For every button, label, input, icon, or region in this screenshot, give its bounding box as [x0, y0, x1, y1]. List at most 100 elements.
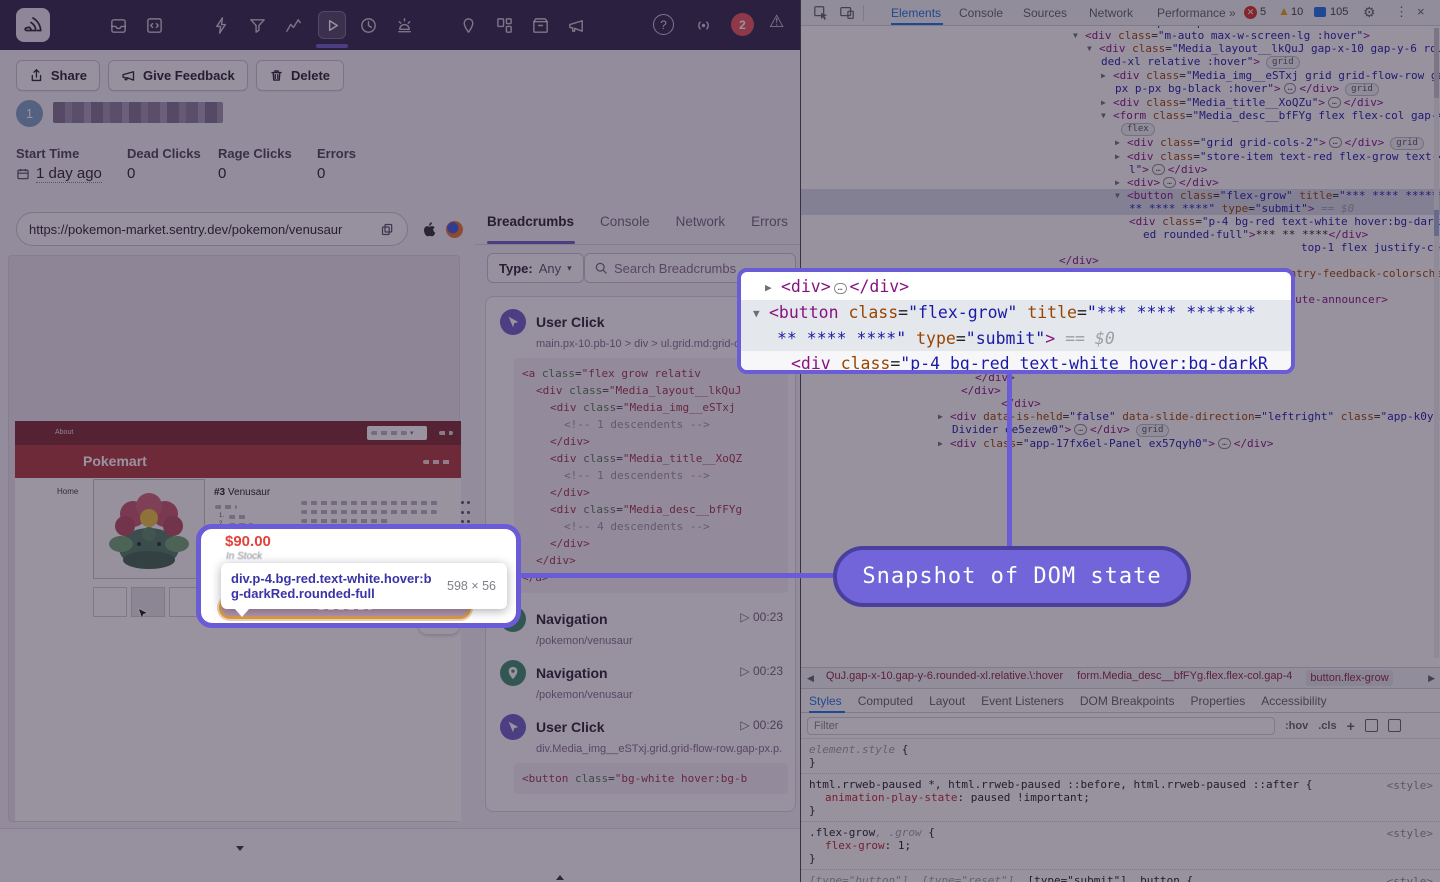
code-row[interactable]: ▶<div class="Media_title__XoQZu">…</div>: [801, 96, 1440, 109]
stats-icon[interactable]: [282, 14, 304, 36]
code-row[interactable]: ▶<div>…</div>: [741, 274, 1291, 300]
expand-arrow-icon[interactable]: ▼: [753, 301, 769, 326]
tab-network[interactable]: Network: [676, 214, 726, 244]
hov-toggle[interactable]: :hov: [1285, 720, 1308, 732]
grid-adorner-badge[interactable]: grid: [1136, 424, 1170, 437]
issues-icon[interactable]: [107, 14, 129, 36]
code-row[interactable]: <div class="p-4 bg-red text-white hover:…: [741, 351, 1291, 374]
code-row[interactable]: ** **** ****" type="submit"> == $0: [741, 326, 1291, 351]
collapsed-children-icon[interactable]: …: [1074, 424, 1087, 435]
page-brand[interactable]: Pokemart: [83, 453, 147, 469]
code-row[interactable]: <!-- 1 descendents -->: [522, 416, 780, 433]
collapsed-children-icon[interactable]: …: [1163, 177, 1176, 188]
code-row[interactable]: ded-xl relative :hover">grid: [801, 55, 1440, 69]
quickstart-icon[interactable]: [210, 14, 232, 36]
crumb-scroll-left-icon[interactable]: ◀: [807, 673, 814, 684]
code-row[interactable]: top-1 flex justify-cen: [801, 241, 1440, 254]
code-row[interactable]: ▼<div class="m-auto max-w-screen-lg :hov…: [801, 29, 1440, 42]
sentry-logo[interactable]: [16, 8, 50, 42]
devtools-tab-performance[interactable]: Performance: [1157, 6, 1226, 20]
code-row[interactable]: .flex-grow, .grow {: [809, 826, 1433, 839]
stylesheet-link[interactable]: <style>: [1387, 827, 1433, 840]
code-row[interactable]: ▶<div>…</div>: [801, 176, 1440, 189]
flex-adorner-badge[interactable]: flex: [1121, 123, 1155, 136]
code-row[interactable]: </div>: [522, 535, 780, 552]
code-row[interactable]: </div>: [801, 254, 1440, 267]
expand-arrow-icon[interactable]: ▼: [1087, 44, 1099, 53]
event-user-click-2[interactable]: User Click div.Media_img__eSTxj.grid.gri…: [486, 714, 795, 794]
kebab-menu-icon[interactable]: ⋮: [1395, 4, 1408, 20]
console-errors-icon[interactable]: ✕: [1244, 6, 1257, 19]
code-row[interactable]: ▶<div class="Media_img__eSTxj grid grid-…: [801, 69, 1440, 82]
share-button[interactable]: Share: [16, 60, 100, 91]
collapse-arrow-icon[interactable]: ▶: [765, 275, 781, 300]
code-row[interactable]: ▼<button class="flex-grow" title="*** **…: [741, 300, 1291, 326]
code-row[interactable]: <div class="p-4 bg-red text-white hover:…: [801, 215, 1440, 228]
dashboards-icon[interactable]: [493, 14, 515, 36]
devtools-tab-network[interactable]: Network: [1089, 6, 1133, 20]
code-row[interactable]: Divider ee5ezew0">…</div>grid: [801, 423, 1440, 437]
color-format-icon[interactable]: [1365, 719, 1378, 732]
styles-tab-dom-breakpoints[interactable]: DOM Breakpoints: [1080, 694, 1175, 712]
alerts-icon[interactable]: [393, 14, 415, 36]
code-row[interactable]: <div class="Media_desc__bfFYg: [522, 501, 780, 518]
whats-new-icon[interactable]: [565, 14, 587, 36]
grid-adorner-badge[interactable]: grid: [1345, 83, 1379, 96]
code-row[interactable]: </div>: [522, 552, 780, 569]
code-row[interactable]: ▼<form class="Media_desc__bfFYg flex fle…: [801, 109, 1440, 122]
collapsed-children-icon[interactable]: …: [1284, 83, 1297, 94]
message-count[interactable]: 105: [1330, 6, 1348, 18]
inspect-element-icon[interactable]: [813, 5, 829, 21]
funnel-icon[interactable]: [246, 14, 268, 36]
give-feedback-button[interactable]: Give Feedback: [108, 60, 248, 91]
code-row[interactable]: ▶<div class="store-item text-red flex-gr…: [801, 150, 1440, 163]
releases-icon[interactable]: [457, 14, 479, 36]
collapse-arrow-icon[interactable]: ▶: [938, 439, 950, 448]
code-row[interactable]: l">…</div>: [801, 163, 1440, 176]
styles-tab-styles[interactable]: Styles: [809, 694, 842, 712]
css-rule[interactable]: element.style {}: [801, 739, 1440, 774]
copy-icon[interactable]: [380, 222, 395, 237]
code-row[interactable]: ▼<button class="flex-grow" title="*** **…: [801, 189, 1440, 202]
warning-count[interactable]: 10: [1291, 6, 1303, 18]
page-about-link[interactable]: About: [55, 429, 73, 436]
code-row[interactable]: flex-grow: 1;: [809, 839, 1433, 852]
page-dropdown[interactable]: ▾: [367, 426, 427, 440]
expand-arrow-icon[interactable]: ▼: [1073, 31, 1085, 40]
avatar[interactable]: 1: [16, 100, 43, 127]
styles-filter-input[interactable]: [807, 717, 1275, 735]
code-row[interactable]: </div>: [522, 433, 780, 450]
code-row[interactable]: ** **** ****" type="submit"> == $0: [801, 202, 1440, 215]
devtools-tab-sources[interactable]: Sources: [1023, 6, 1067, 20]
css-rule[interactable]: .flex-grow, .grow {flex-grow: 1;}<style>: [801, 822, 1440, 870]
stylesheet-link[interactable]: <style>: [1387, 875, 1433, 882]
event-timestamp[interactable]: ▷ 00:23: [740, 610, 783, 624]
console-warnings-icon[interactable]: ▲: [1278, 4, 1290, 18]
styles-tab-event-listeners[interactable]: Event Listeners: [981, 694, 1064, 712]
collapse-arrow-icon[interactable]: ▶: [1101, 71, 1113, 80]
devtools-tab-elements[interactable]: Elements: [891, 6, 941, 20]
code-row[interactable]: flex: [801, 122, 1440, 136]
expand-arrow-icon[interactable]: ▼: [1101, 111, 1113, 120]
event-navigation-1[interactable]: Navigation /pokemon/venusaur ▷ 00:23: [486, 606, 795, 647]
new-style-rule-button[interactable]: +: [1347, 718, 1355, 734]
device-toolbar-icon[interactable]: [839, 5, 855, 21]
devtools-tab-console[interactable]: Console: [959, 6, 1003, 20]
help-icon[interactable]: ?: [653, 14, 674, 35]
page-nav-home[interactable]: Home: [57, 487, 78, 504]
event-timestamp[interactable]: ▷ 00:26: [740, 718, 783, 732]
expand-arrow-icon[interactable]: ▼: [1115, 191, 1127, 200]
code-row[interactable]: <!-- 1 descendents -->: [522, 467, 780, 484]
tab-errors[interactable]: Errors: [751, 214, 788, 244]
styles-tab-computed[interactable]: Computed: [858, 694, 913, 712]
collapsed-children-icon[interactable]: …: [834, 283, 847, 294]
devtools-settings-icon[interactable]: ⚙: [1363, 4, 1376, 21]
code-row[interactable]: }: [809, 804, 1433, 817]
devtools-scrollbar[interactable]: [1434, 28, 1439, 658]
event-navigation-2[interactable]: Navigation /pokemon/venusaur ▷ 00:23: [486, 660, 795, 701]
code-row[interactable]: animation-play-state: paused !important;: [809, 791, 1433, 804]
collapsed-children-icon[interactable]: …: [1328, 97, 1341, 108]
css-rule[interactable]: html.rrweb-paused *, html.rrweb-paused :…: [801, 774, 1440, 822]
dom-breadcrumb[interactable]: QuJ.gap-x-10.gap-y-6.rounded-xl.relative…: [826, 670, 1063, 686]
css-rule[interactable]: [type="button"], [type="reset"], [type="…: [801, 870, 1440, 882]
